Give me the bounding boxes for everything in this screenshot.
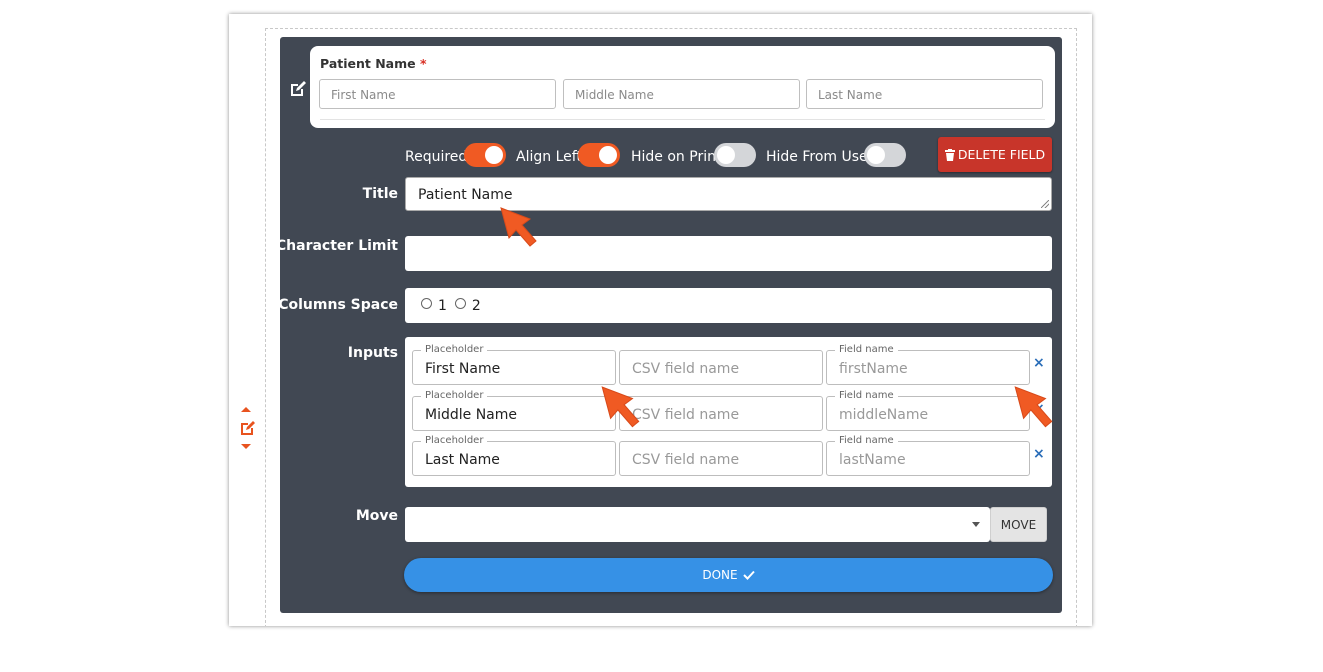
required-option-label: Required [405,149,468,165]
csv-field-placeholder: CSV field name [632,361,740,377]
preview-divider [320,119,1045,120]
move-button[interactable]: MOVE [990,507,1047,542]
move-label: Move [355,508,398,524]
csv-field-placeholder: CSV field name [632,407,740,423]
annotation-arrow-icon [601,386,640,428]
field-name-value: middleName [839,407,929,423]
hide-from-user-toggle[interactable] [864,143,906,167]
toggle-knob [717,146,735,164]
remove-input-icon[interactable]: × [1033,355,1045,371]
columns-2-label: 2 [471,297,481,314]
title-label: Title [362,186,398,202]
annotation-arrow-icon [1014,386,1053,428]
form-builder-card: Patient Name * First Name Middle Name La… [229,14,1092,626]
columns-2-radio[interactable] [454,298,466,309]
placeholder-caption: Placeholder [421,434,488,448]
align-left-toggle[interactable] [578,143,620,167]
placeholder-input[interactable]: Placeholder Last Name [412,434,616,476]
preview-first-name-input[interactable]: First Name [319,79,556,109]
csv-field-input[interactable]: CSV field name [619,441,823,476]
move-select[interactable] [405,507,990,542]
done-label: DONE [702,568,738,582]
align-left-option-label: Align Left [516,149,582,165]
trash-icon [944,148,955,161]
columns-space-label: Columns Space [278,297,398,313]
preview-middle-name-input[interactable]: Middle Name [563,79,800,109]
hide-on-print-toggle[interactable] [714,143,756,167]
toggle-knob [599,146,617,164]
field-preview: Patient Name * First Name Middle Name La… [310,46,1055,128]
placeholder-value: First Name [425,361,501,377]
character-limit-label: Character Limit [275,238,398,254]
csv-field-input[interactable]: CSV field name [619,350,823,385]
columns-1-label: 1 [438,297,447,314]
field-name-caption: Field name [835,389,898,403]
field-reorder-control [237,407,257,457]
placeholder-input[interactable]: Placeholder Middle Name [412,389,616,431]
columns-1-radio[interactable] [421,298,432,309]
csv-field-placeholder: CSV field name [632,452,740,468]
chevron-down-icon [972,522,980,527]
title-value: Patient Name [418,187,513,203]
done-button[interactable]: DONE [404,558,1053,592]
required-toggle[interactable] [464,143,506,167]
hide-on-print-option-label: Hide on Print [631,149,722,165]
toggle-knob [867,146,885,164]
csv-field-input[interactable]: CSV field name [619,396,823,431]
delete-field-label: DELETE FIELD [957,147,1046,162]
screenshot-stage: Patient Name * First Name Middle Name La… [0,0,1323,672]
placeholder-input[interactable]: Placeholder First Name [412,343,616,385]
preview-label: Patient Name * [320,56,427,71]
field-name-input[interactable]: Field name lastName [826,434,1030,476]
preview-last-name-input[interactable]: Last Name [806,79,1043,109]
inputs-label: Inputs [347,345,398,361]
move-up-icon[interactable] [241,407,251,412]
delete-field-button[interactable]: DELETE FIELD [938,137,1052,172]
placeholder-value: Last Name [425,452,500,468]
field-name-input[interactable]: Field name middleName [826,389,1030,431]
field-name-value: lastName [839,452,906,468]
resize-handle-icon[interactable] [1041,200,1049,208]
placeholder-value: Middle Name [425,407,517,423]
field-name-caption: Field name [835,434,898,448]
field-editor-panel: Patient Name * First Name Middle Name La… [276,37,1062,613]
field-name-caption: Field name [835,343,898,357]
columns-space-group: 1 2 [405,288,1052,323]
checkmark-icon [742,570,755,580]
hide-from-user-option-label: Hide From User [766,149,874,165]
edit-icon[interactable] [238,419,256,441]
field-name-value: firstName [839,361,908,377]
placeholder-caption: Placeholder [421,343,488,357]
toggle-knob [485,146,503,164]
inputs-list: Placeholder First Name CSV field name Fie… [405,337,1052,487]
remove-input-icon[interactable]: × [1033,446,1045,462]
annotation-arrow-icon [500,207,537,247]
required-asterisk: * [419,56,427,71]
move-down-icon[interactable] [241,444,251,449]
edit-icon[interactable] [289,80,308,102]
field-name-input[interactable]: Field name firstName [826,343,1030,385]
placeholder-caption: Placeholder [421,389,488,403]
